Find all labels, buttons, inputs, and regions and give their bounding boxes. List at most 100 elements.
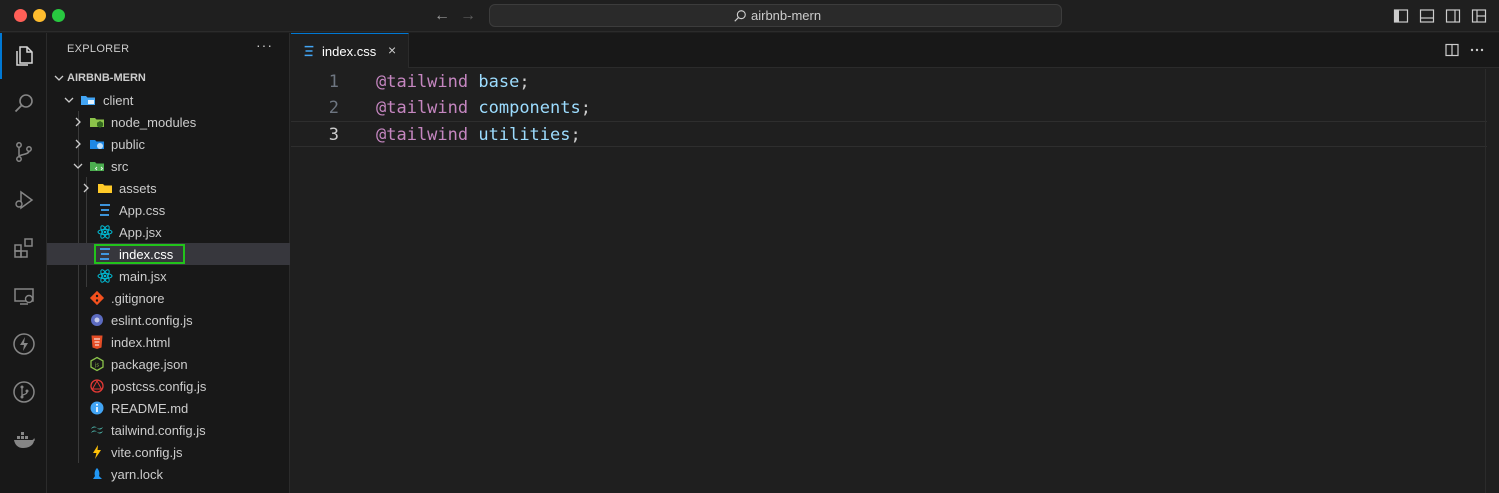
nodejs-file-icon: js <box>90 356 104 372</box>
code-line: 2 @tailwind components; <box>291 95 1487 121</box>
tree-item-label: index.css <box>119 247 174 262</box>
tree-item-public[interactable]: public <box>47 133 290 155</box>
tree-item-node-modules[interactable]: node_modules <box>47 111 290 133</box>
docker-icon <box>13 432 35 448</box>
explorer-more-icon[interactable]: ··· <box>256 37 273 53</box>
tree-item-label: .gitignore <box>111 291 165 306</box>
react-file-icon <box>97 269 113 283</box>
svg-text:js: js <box>94 363 99 369</box>
tree-item-label: package.json <box>111 357 188 372</box>
activity-source-control[interactable] <box>0 129 47 175</box>
tree-item-yarn-lock[interactable]: yarn.lock <box>47 463 290 485</box>
chevron-right-icon <box>83 183 89 193</box>
tree-item-label: assets <box>119 181 157 196</box>
yarn-file-icon <box>93 468 102 479</box>
tree-item-gitignore[interactable]: .gitignore <box>47 287 290 309</box>
search-icon <box>734 10 746 22</box>
semicolon: ; <box>580 98 591 118</box>
command-center-text: airbnb-mern <box>751 8 822 23</box>
line-number: 1 <box>328 72 339 92</box>
toggle-primary-sidebar-icon[interactable] <box>1393 8 1409 24</box>
go-forward-icon[interactable]: → <box>458 6 478 26</box>
css-file-icon <box>100 248 110 260</box>
tree-item-label: node_modules <box>111 115 197 130</box>
folder-public-icon <box>90 140 104 149</box>
postcss-file-icon <box>90 379 104 393</box>
tree-item-client[interactable]: client <box>47 89 290 111</box>
tree-item-label: index.html <box>111 335 171 350</box>
split-editor-icon[interactable] <box>1444 42 1460 58</box>
code-line-current: 3 @tailwind utilities; <box>291 121 1487 147</box>
code-text: @tailwind utilities; <box>376 122 581 148</box>
chevron-right-icon <box>75 139 81 149</box>
folder-assets-icon <box>98 184 112 193</box>
explorer-title: EXPLORER <box>67 43 130 55</box>
activity-extensions[interactable] <box>0 225 47 271</box>
tree-item-postcss-config[interactable]: postcss.config.js <box>47 375 290 397</box>
code-line: 1 @tailwind base; <box>291 69 1487 95</box>
tree-item-index-html[interactable]: index.html <box>47 331 290 353</box>
tree-item-label: App.jsx <box>119 225 162 240</box>
tree-item-readme[interactable]: README.md <box>47 397 290 419</box>
activity-remote-explorer[interactable] <box>0 273 47 319</box>
tree-item-label: README.md <box>111 401 189 416</box>
semicolon: ; <box>570 125 581 145</box>
go-back-icon[interactable]: ← <box>432 6 452 26</box>
folder-client-icon <box>81 96 95 105</box>
command-center[interactable]: airbnb-mern <box>489 4 1062 27</box>
workspace-root[interactable]: AIRBNB-MERN <box>47 67 290 89</box>
at-rule-keyword: @tailwind <box>376 98 469 118</box>
activity-git-graph[interactable] <box>0 369 47 415</box>
code-text: @tailwind components; <box>376 95 591 121</box>
tree-item-vite-config[interactable]: vite.config.js <box>47 441 290 463</box>
activity-explorer[interactable] <box>0 33 47 79</box>
at-rule-value: utilities <box>478 125 571 145</box>
run-debug-icon <box>14 190 33 210</box>
line-number: 3 <box>328 125 339 145</box>
tree-item-tailwind-config[interactable]: tailwind.config.js <box>47 419 290 441</box>
window-maximize-button[interactable] <box>52 9 65 22</box>
tree-item-label: eslint.config.js <box>111 313 193 328</box>
tree-item-label: vite.config.js <box>111 445 183 460</box>
toggle-panel-icon[interactable] <box>1419 8 1435 24</box>
folder-src-icon <box>90 162 104 171</box>
eslint-file-icon <box>91 314 103 326</box>
tree-item-app-css[interactable]: App.css <box>47 199 290 221</box>
activity-docker[interactable] <box>0 417 47 463</box>
at-rule-value: components <box>478 98 581 118</box>
chevron-down-icon <box>54 75 64 81</box>
close-icon[interactable]: × <box>388 42 396 58</box>
tab-label: index.css <box>322 44 377 59</box>
activity-run-debug[interactable] <box>0 177 47 223</box>
window-close-button[interactable] <box>14 9 27 22</box>
tab-index-css[interactable]: index.css × <box>291 33 409 68</box>
semicolon: ; <box>519 72 530 92</box>
tree-item-label: tailwind.config.js <box>111 423 206 438</box>
at-rule-keyword: @tailwind <box>376 72 469 92</box>
activity-lightning[interactable] <box>0 321 47 367</box>
tree-item-assets[interactable]: assets <box>47 177 290 199</box>
tree-item-package-json[interactable]: js package.json <box>47 353 290 375</box>
activity-search[interactable] <box>0 81 47 127</box>
tree-item-eslint-config[interactable]: eslint.config.js <box>47 309 290 331</box>
more-actions-icon[interactable] <box>1469 42 1485 58</box>
customize-layout-icon[interactable] <box>1471 8 1487 24</box>
tree-item-main-jsx[interactable]: main.jsx <box>47 265 290 287</box>
tree-item-index-css[interactable]: index.css <box>47 243 290 265</box>
code-editor[interactable]: 1 @tailwind base; 2 @tailwind components… <box>291 69 1499 493</box>
editor-scrollbar[interactable] <box>1485 69 1499 493</box>
folder-node-icon <box>90 118 104 128</box>
window-minimize-button[interactable] <box>33 9 46 22</box>
files-icon <box>15 46 33 66</box>
tree-item-label: yarn.lock <box>111 467 164 482</box>
vite-file-icon <box>93 445 101 459</box>
git-graph-icon <box>12 381 35 403</box>
git-file-icon <box>89 290 105 306</box>
tree-item-src[interactable]: src <box>47 155 290 177</box>
extensions-icon <box>13 238 33 258</box>
title-bar: ← → airbnb-mern <box>0 0 1499 32</box>
toggle-secondary-sidebar-icon[interactable] <box>1445 8 1461 24</box>
remote-explorer-icon <box>13 288 34 305</box>
tree-item-app-jsx[interactable]: App.jsx <box>47 221 290 243</box>
info-file-icon <box>90 401 104 415</box>
